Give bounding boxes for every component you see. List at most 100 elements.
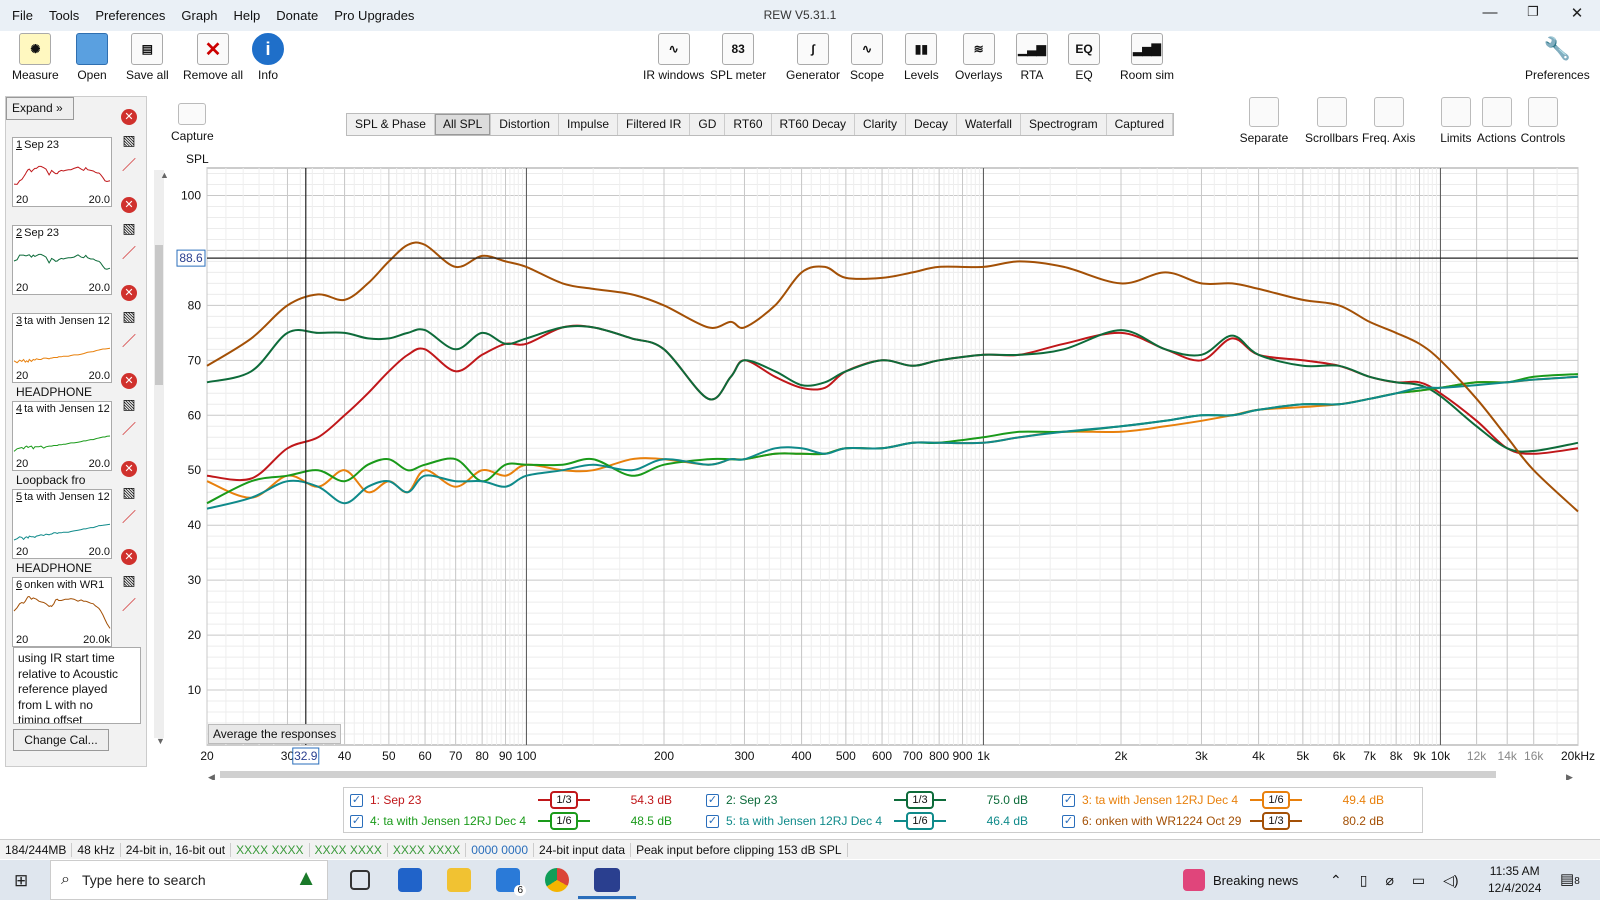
y-tick-label: 40 bbox=[188, 518, 202, 532]
y-tick-label: 80 bbox=[188, 298, 202, 312]
legend-checkbox[interactable]: ✓ bbox=[1062, 814, 1075, 828]
legend-checkbox[interactable]: ✓ bbox=[350, 793, 363, 807]
average-responses-button[interactable]: Average the responses bbox=[208, 724, 342, 744]
y-tick-label: 10 bbox=[188, 683, 202, 697]
smoothing-badge[interactable]: 1/3 bbox=[550, 791, 578, 809]
legend-checkbox[interactable]: ✓ bbox=[706, 814, 719, 828]
tray-battery-icon[interactable]: ▭ bbox=[1412, 872, 1425, 889]
legend-entry[interactable]: ✓ 2: Sep 23 1/3 75.0 dB bbox=[706, 790, 1056, 810]
limits-button[interactable]: Limits bbox=[1440, 97, 1472, 145]
scope-icon: ∿ bbox=[851, 33, 884, 65]
legend-checkbox[interactable]: ✓ bbox=[706, 793, 719, 807]
controls-button[interactable]: Controls bbox=[1520, 97, 1566, 145]
windows-start-icon[interactable]: ⊞ bbox=[14, 871, 28, 891]
notifications-icon[interactable]: ▤8 bbox=[1560, 870, 1580, 888]
room-sim-label: Room sim bbox=[1120, 68, 1175, 82]
overlays-button[interactable]: ≋ Overlays bbox=[955, 33, 1002, 82]
status-field: 0000 0000 bbox=[466, 842, 535, 857]
scroll-down-icon[interactable]: ▼ bbox=[156, 736, 165, 746]
status-field: XXXX XXXX bbox=[388, 842, 467, 857]
smoothing-badge[interactable]: 1/6 bbox=[550, 812, 578, 830]
legend-value: 75.0 dB bbox=[986, 793, 1028, 807]
separate-button[interactable]: Separate bbox=[1240, 97, 1288, 145]
legend-label: 1: Sep 23 bbox=[370, 793, 422, 807]
legend-entry[interactable]: ✓ 3: ta with Jensen 12RJ Dec 4 1/6 49.4 dB bbox=[1062, 790, 1412, 810]
legend-entry[interactable]: ✓ 1: Sep 23 1/3 54.3 dB bbox=[350, 790, 700, 810]
freq-axis-button[interactable]: Freq. Axis bbox=[1362, 97, 1415, 145]
legend-label: 2: Sep 23 bbox=[726, 793, 778, 807]
taskbar-search[interactable]: ⌕ Type here to search ▲ bbox=[50, 860, 328, 900]
legend-checkbox[interactable]: ✓ bbox=[350, 814, 363, 828]
mail-icon[interactable]: 6 bbox=[496, 868, 526, 896]
scope-label: Scope bbox=[850, 68, 885, 82]
x-tick-label: 70 bbox=[449, 749, 463, 763]
spl-meter-button[interactable]: 83 SPL meter bbox=[710, 33, 766, 82]
x-tick-label: 800 bbox=[929, 749, 949, 763]
rta-button[interactable]: ▁▃▆ RTA bbox=[1016, 33, 1048, 82]
plot-area[interactable] bbox=[206, 167, 1579, 746]
tray-device-icon[interactable]: ▯ bbox=[1360, 872, 1368, 889]
rew-taskbar-icon[interactable] bbox=[594, 868, 620, 892]
legend-swatch-right bbox=[934, 820, 946, 822]
task-view-icon[interactable] bbox=[350, 870, 370, 890]
news-icon bbox=[1183, 869, 1205, 891]
eq-button[interactable]: EQ EQ bbox=[1068, 33, 1100, 82]
scope-button[interactable]: ∿ Scope bbox=[850, 33, 884, 82]
x-tick-label: 900 bbox=[953, 749, 973, 763]
room-sim-button[interactable]: ▂▅▇ Room sim bbox=[1120, 33, 1174, 82]
status-field: 48 kHz bbox=[72, 842, 121, 857]
status-field: 24-bit input data bbox=[534, 842, 632, 857]
controls-label: Controls bbox=[1520, 131, 1566, 145]
graph-h-scrollbar[interactable] bbox=[206, 769, 1574, 779]
spl-meter-icon: 83 bbox=[722, 33, 755, 65]
smoothing-badge[interactable]: 1/6 bbox=[906, 812, 934, 830]
smoothing-badge[interactable]: 1/3 bbox=[906, 791, 934, 809]
legend-entry[interactable]: ✓ 5: ta with Jensen 12RJ Dec 4 1/6 46.4 dB bbox=[706, 811, 1056, 831]
smoothing-badge[interactable]: 1/6 bbox=[1262, 791, 1290, 809]
legend-entry[interactable]: ✓ 6: onken with WR1224 Oct 29 1/3 80.2 dB bbox=[1062, 811, 1412, 831]
levels-button[interactable]: ▮▮ Levels bbox=[904, 33, 939, 82]
x-tick-label: 4k bbox=[1252, 749, 1266, 763]
x-tick-label: 100 bbox=[516, 749, 536, 763]
x-tick-label: 5k bbox=[1297, 749, 1311, 763]
spl-chart[interactable]: 20 30 40 50 60 70 80 90 100 200 300 400 500 600 700 800… bbox=[0, 0, 1600, 780]
file-explorer-icon[interactable] bbox=[447, 868, 471, 892]
generator-button[interactable]: ∫ Generator bbox=[786, 33, 840, 82]
limits-label: Limits bbox=[1440, 131, 1472, 145]
actions-button[interactable]: Actions bbox=[1477, 97, 1516, 145]
scrollbars-label: Scrollbars bbox=[1305, 131, 1359, 145]
x-tick-label: 1k bbox=[977, 749, 991, 763]
tree-icon: ▲ bbox=[295, 865, 317, 890]
overlays-label: Overlays bbox=[955, 68, 1003, 82]
chrome-icon[interactable] bbox=[545, 868, 569, 892]
scroll-up-icon[interactable]: ▲ bbox=[160, 170, 169, 180]
scrollbars-button[interactable]: Scrollbars bbox=[1305, 97, 1358, 145]
tray-network-icon[interactable]: ⌀ bbox=[1385, 872, 1393, 889]
x-tick-label: 200 bbox=[654, 749, 674, 763]
x-tick-label: 500 bbox=[836, 749, 856, 763]
legend-checkbox[interactable]: ✓ bbox=[1062, 793, 1075, 807]
rew-window: File Tools Preferences Graph Help Donate… bbox=[0, 0, 1600, 900]
graph-h-scroll-thumb[interactable] bbox=[220, 771, 1496, 778]
legend-value: 54.3 dB bbox=[630, 793, 672, 807]
x-tick-label: 12k bbox=[1467, 749, 1487, 763]
store-icon[interactable] bbox=[398, 868, 422, 892]
spl-meter-label: SPL meter bbox=[710, 68, 767, 82]
clock[interactable]: 11:35 AM 12/4/2024 bbox=[1488, 863, 1541, 897]
ir-window-button[interactable]: ∿ IR windows bbox=[643, 33, 704, 82]
news-widget[interactable]: Breaking news bbox=[1183, 860, 1298, 900]
legend-swatch-right bbox=[578, 820, 590, 822]
legend-value: 46.4 dB bbox=[986, 814, 1028, 828]
status-field: 184/244MB bbox=[0, 842, 73, 857]
tray-volume-icon[interactable]: ◁) bbox=[1443, 872, 1458, 889]
x-tick-label: 9k bbox=[1413, 749, 1427, 763]
legend-entry[interactable]: ✓ 4: ta with Jensen 12RJ Dec 4 1/6 48.5 dB bbox=[350, 811, 700, 831]
news-label: Breaking news bbox=[1213, 872, 1299, 888]
active-app-indicator bbox=[578, 896, 636, 899]
tray-chevron-icon[interactable]: ⌃ bbox=[1330, 872, 1342, 889]
actions-label: Actions bbox=[1476, 131, 1517, 145]
y-tick-label: 100 bbox=[181, 188, 201, 202]
legend-swatch-right bbox=[1290, 820, 1302, 822]
x-tick-label: 16k bbox=[1524, 749, 1544, 763]
smoothing-badge[interactable]: 1/3 bbox=[1262, 812, 1290, 830]
